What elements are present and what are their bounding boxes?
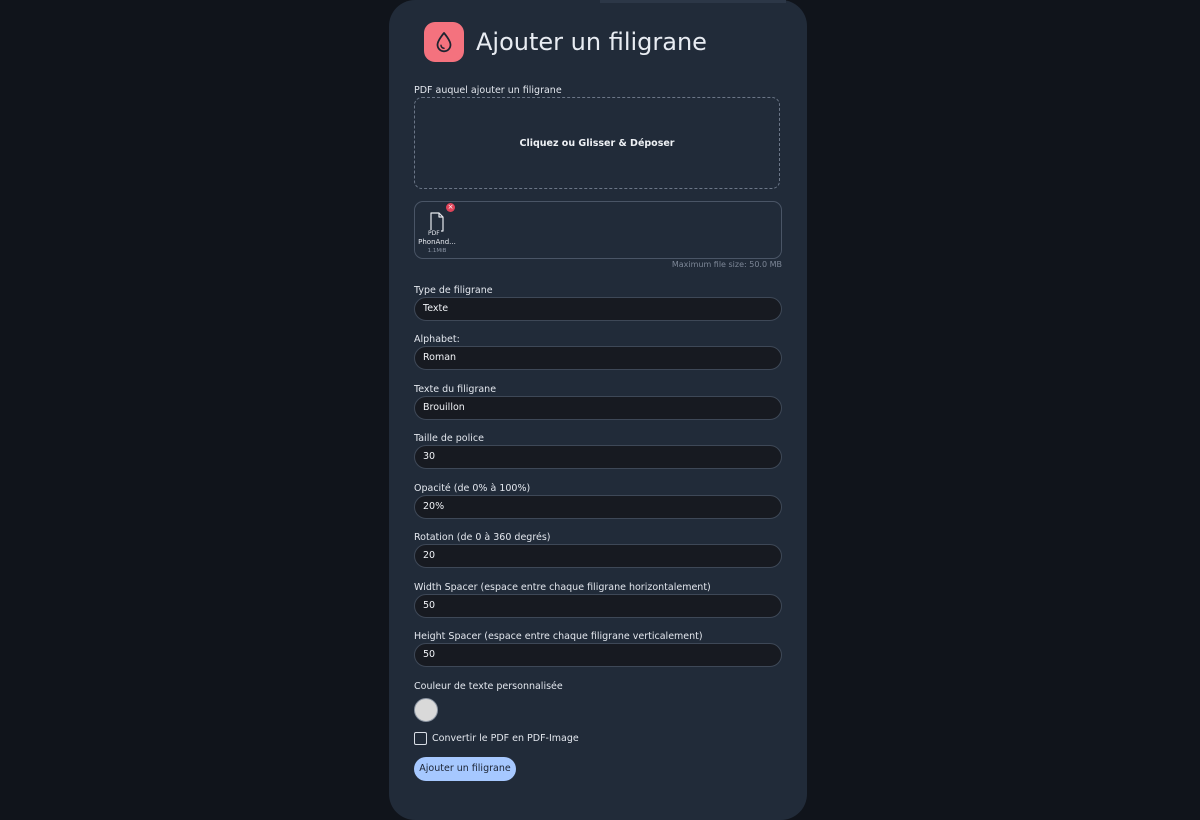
rotation-input[interactable]: 20 — [414, 544, 782, 568]
page-header: Ajouter un filigrane — [424, 22, 707, 62]
dropzone-text: Cliquez ou Glisser & Déposer — [519, 137, 675, 149]
watermark-type-select[interactable]: Texte — [414, 297, 782, 321]
height-spacer-input[interactable]: 50 — [414, 643, 782, 667]
file-size: 1.1MiB — [427, 248, 447, 254]
alphabet-select[interactable]: Roman — [414, 346, 782, 370]
height-spacer-label: Height Spacer (espace entre chaque filig… — [414, 631, 703, 642]
add-watermark-button[interactable]: Ajouter un filigrane — [414, 757, 516, 781]
text-color-picker[interactable] — [414, 698, 438, 722]
file-name: PhonAnd... — [418, 238, 456, 246]
pdf-file-icon — [430, 212, 444, 232]
top-accent-bar — [600, 0, 786, 3]
page-title: Ajouter un filigrane — [476, 28, 707, 56]
watermark-text-input[interactable]: Brouillon — [414, 396, 782, 420]
width-spacer-input[interactable]: 50 — [414, 594, 782, 618]
opacity-label: Opacité (de 0% à 100%) — [414, 483, 531, 494]
opacity-input[interactable]: 20% — [414, 495, 782, 519]
text-color-label: Couleur de texte personnalisée — [414, 681, 563, 692]
max-file-size-hint: Maximum file size: 50.0 MB — [671, 260, 782, 269]
width-spacer-label: Width Spacer (espace entre chaque filigr… — [414, 582, 711, 593]
selected-files-panel: PDF PhonAnd... 1.1MiB — [414, 201, 782, 259]
watermark-text-label: Texte du filigrane — [414, 384, 497, 395]
rotation-label: Rotation (de 0 à 360 degrés) — [414, 532, 551, 543]
upload-label: PDF auquel ajouter un filigrane — [414, 85, 562, 96]
font-size-label: Taille de police — [414, 433, 484, 444]
font-size-input[interactable]: 30 — [414, 445, 782, 469]
pdf-type-label: PDF — [427, 230, 441, 237]
remove-file-icon[interactable]: × — [446, 203, 455, 212]
pdf-dropzone[interactable]: Cliquez ou Glisser & Déposer — [414, 97, 780, 189]
water-drop-icon — [424, 22, 464, 62]
alphabet-label: Alphabet: — [414, 334, 460, 345]
type-label: Type de filigrane — [414, 285, 493, 296]
convert-to-image-label[interactable]: Convertir le PDF en PDF-Image — [432, 733, 579, 744]
convert-to-image-checkbox[interactable] — [414, 732, 427, 745]
file-thumbnail[interactable]: PDF PhonAnd... 1.1MiB — [417, 208, 457, 254]
